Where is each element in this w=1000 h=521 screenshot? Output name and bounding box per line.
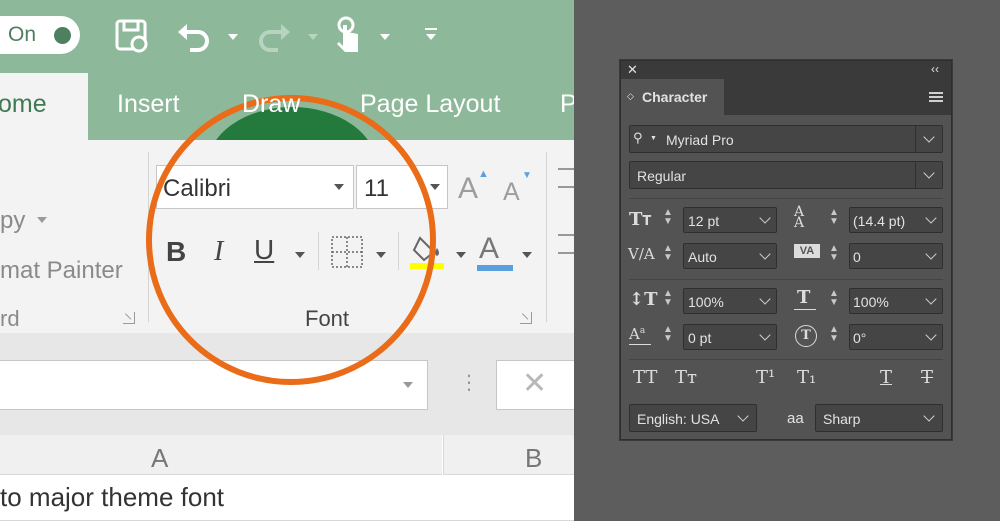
panel-menu-icon-mid (929, 96, 943, 98)
vertical-scale-stepper[interactable]: ▲ ▼ (663, 289, 673, 308)
font-style-value: Regular (637, 168, 687, 184)
touch-dropdown-caret-icon[interactable] (380, 34, 390, 40)
cell-a1-text[interactable]: to major theme font (0, 482, 224, 513)
baseline-shift-icon: Aa (629, 325, 646, 343)
character-panel: ✕ ‹‹ ◇ Character ⚲ ▼ Myriad Pro Regular … (620, 60, 952, 440)
customize-qat-icon[interactable] (425, 28, 437, 30)
kerning-stepper[interactable]: ▲ ▼ (663, 244, 673, 263)
kerning-icon: V/A (628, 245, 655, 263)
align-left-icon[interactable] (558, 234, 574, 254)
section-separator (629, 198, 943, 199)
section-separator-2 (629, 279, 943, 280)
formula-bar-grip-icon: ⋮ (459, 372, 479, 394)
panel-collapse-icon[interactable]: ‹‹ (931, 62, 939, 76)
rotation-value: 0° (853, 330, 867, 346)
tab-draw-highlighted[interactable]: Draw (242, 90, 300, 119)
column-header-b[interactable] (443, 435, 574, 475)
customize-qat-caret-icon[interactable] (426, 34, 436, 40)
font-search-caret-icon[interactable]: ▼ (650, 135, 657, 142)
tracking-icon: VA (794, 244, 820, 258)
font-search-icon[interactable]: ⚲ (633, 130, 643, 146)
baseline-shift-value: 0 pt (688, 330, 712, 346)
column-header-a[interactable] (0, 435, 442, 475)
tracking-stepper[interactable]: ▲ ▼ (829, 244, 839, 263)
antialiasing-icon: aa (787, 410, 804, 427)
superscript-button[interactable]: T¹ (756, 367, 775, 388)
leading-stepper[interactable]: ▲ ▼ (829, 208, 839, 227)
copy-button[interactable]: py (0, 207, 25, 235)
field-divider (915, 125, 916, 153)
panel-tab-strip (725, 79, 951, 115)
tab-insert[interactable]: Insert (117, 90, 180, 119)
group-separator-2 (546, 152, 547, 322)
leading-icon: AA (794, 204, 805, 231)
baseline-shift-line (629, 344, 651, 345)
align-top-icon[interactable] (558, 168, 574, 188)
font-color-caret-icon[interactable] (522, 252, 532, 258)
grow-font-button[interactable]: A (458, 172, 478, 206)
fill-color-caret-icon[interactable] (456, 252, 466, 258)
panel-close-icon[interactable]: ✕ (627, 62, 638, 78)
autosave-toggle-label: On (8, 23, 37, 46)
copy-dropdown-caret-icon[interactable] (37, 217, 47, 223)
rotation-stepper[interactable]: ▲ ▼ (829, 325, 839, 344)
tab-home-label: ome (0, 90, 47, 118)
undo-icon[interactable] (176, 22, 212, 52)
font-color-swatch (477, 265, 513, 271)
tab-arrows-icon: ◇ (627, 91, 634, 101)
shrink-font-arrow-icon: ▼ (522, 170, 532, 181)
tracking-value: 0 (853, 249, 861, 265)
horizontal-scale-stepper[interactable]: ▲ ▼ (829, 289, 839, 308)
kerning-value: Auto (688, 249, 717, 265)
leading-value: (14.4 pt) (853, 213, 906, 229)
name-box[interactable] (0, 360, 428, 410)
language-value: English: USA (637, 411, 720, 427)
all-caps-button[interactable]: TT (633, 367, 657, 388)
save-icon[interactable] (114, 18, 150, 54)
field-divider-2 (915, 161, 916, 189)
tab-page-layout[interactable]: Page Layout (360, 90, 500, 119)
clipboard-group-label: rd (0, 306, 20, 331)
undo-dropdown-caret-icon[interactable] (228, 34, 238, 40)
horizontal-scale-line (794, 309, 816, 310)
font-size-stepper[interactable]: ▲ ▼ (663, 208, 673, 227)
font-size-caret-icon[interactable] (430, 184, 440, 190)
format-painter-button[interactable]: mat Painter (0, 257, 123, 285)
panel-titlebar[interactable] (621, 61, 951, 79)
antialiasing-value: Sharp (823, 411, 861, 427)
column-letter-a: A (151, 443, 169, 473)
underline-style-button[interactable]: T (880, 367, 892, 388)
touch-mode-icon[interactable] (334, 16, 364, 54)
font-color-button[interactable]: A (479, 232, 499, 266)
redo-icon[interactable] (256, 22, 292, 52)
font-family-value: Myriad Pro (666, 132, 734, 148)
redo-dropdown-caret-icon[interactable] (308, 34, 318, 40)
subscript-button[interactable]: T₁ (797, 367, 816, 388)
horizontal-scale-icon: T (797, 287, 811, 308)
horizontal-scale-value: 100% (853, 294, 889, 310)
grow-font-arrow-icon: ▲ (478, 168, 489, 180)
vertical-scale-icon: ↕T (629, 289, 658, 310)
strikethrough-button[interactable]: T (921, 367, 933, 388)
name-box-caret-icon[interactable] (403, 382, 413, 388)
excel-window: On ome Insert Draw Page Layout P ⁞ py ma… (0, 0, 574, 521)
tab-formulas-partial[interactable]: P (560, 90, 574, 119)
toggle-knob (54, 27, 71, 44)
font-size-value: 12 pt (688, 213, 720, 229)
small-caps-button[interactable]: Tт (675, 367, 697, 388)
panel-title: Character (642, 89, 708, 105)
cut-icon[interactable]: ⁞ (0, 160, 2, 183)
font-size-icon: TT (629, 209, 652, 230)
cancel-icon: ✕ (522, 367, 548, 400)
rotation-icon: T (795, 325, 817, 347)
section-separator-3 (629, 359, 943, 360)
font-dialog-launcher-icon[interactable] (520, 312, 532, 324)
shrink-font-button[interactable]: A (503, 178, 520, 207)
column-letter-b: B (525, 443, 543, 473)
baseline-shift-stepper[interactable]: ▲ ▼ (663, 325, 673, 344)
clipboard-dialog-launcher-icon[interactable] (123, 312, 135, 324)
vertical-scale-value: 100% (688, 294, 724, 310)
